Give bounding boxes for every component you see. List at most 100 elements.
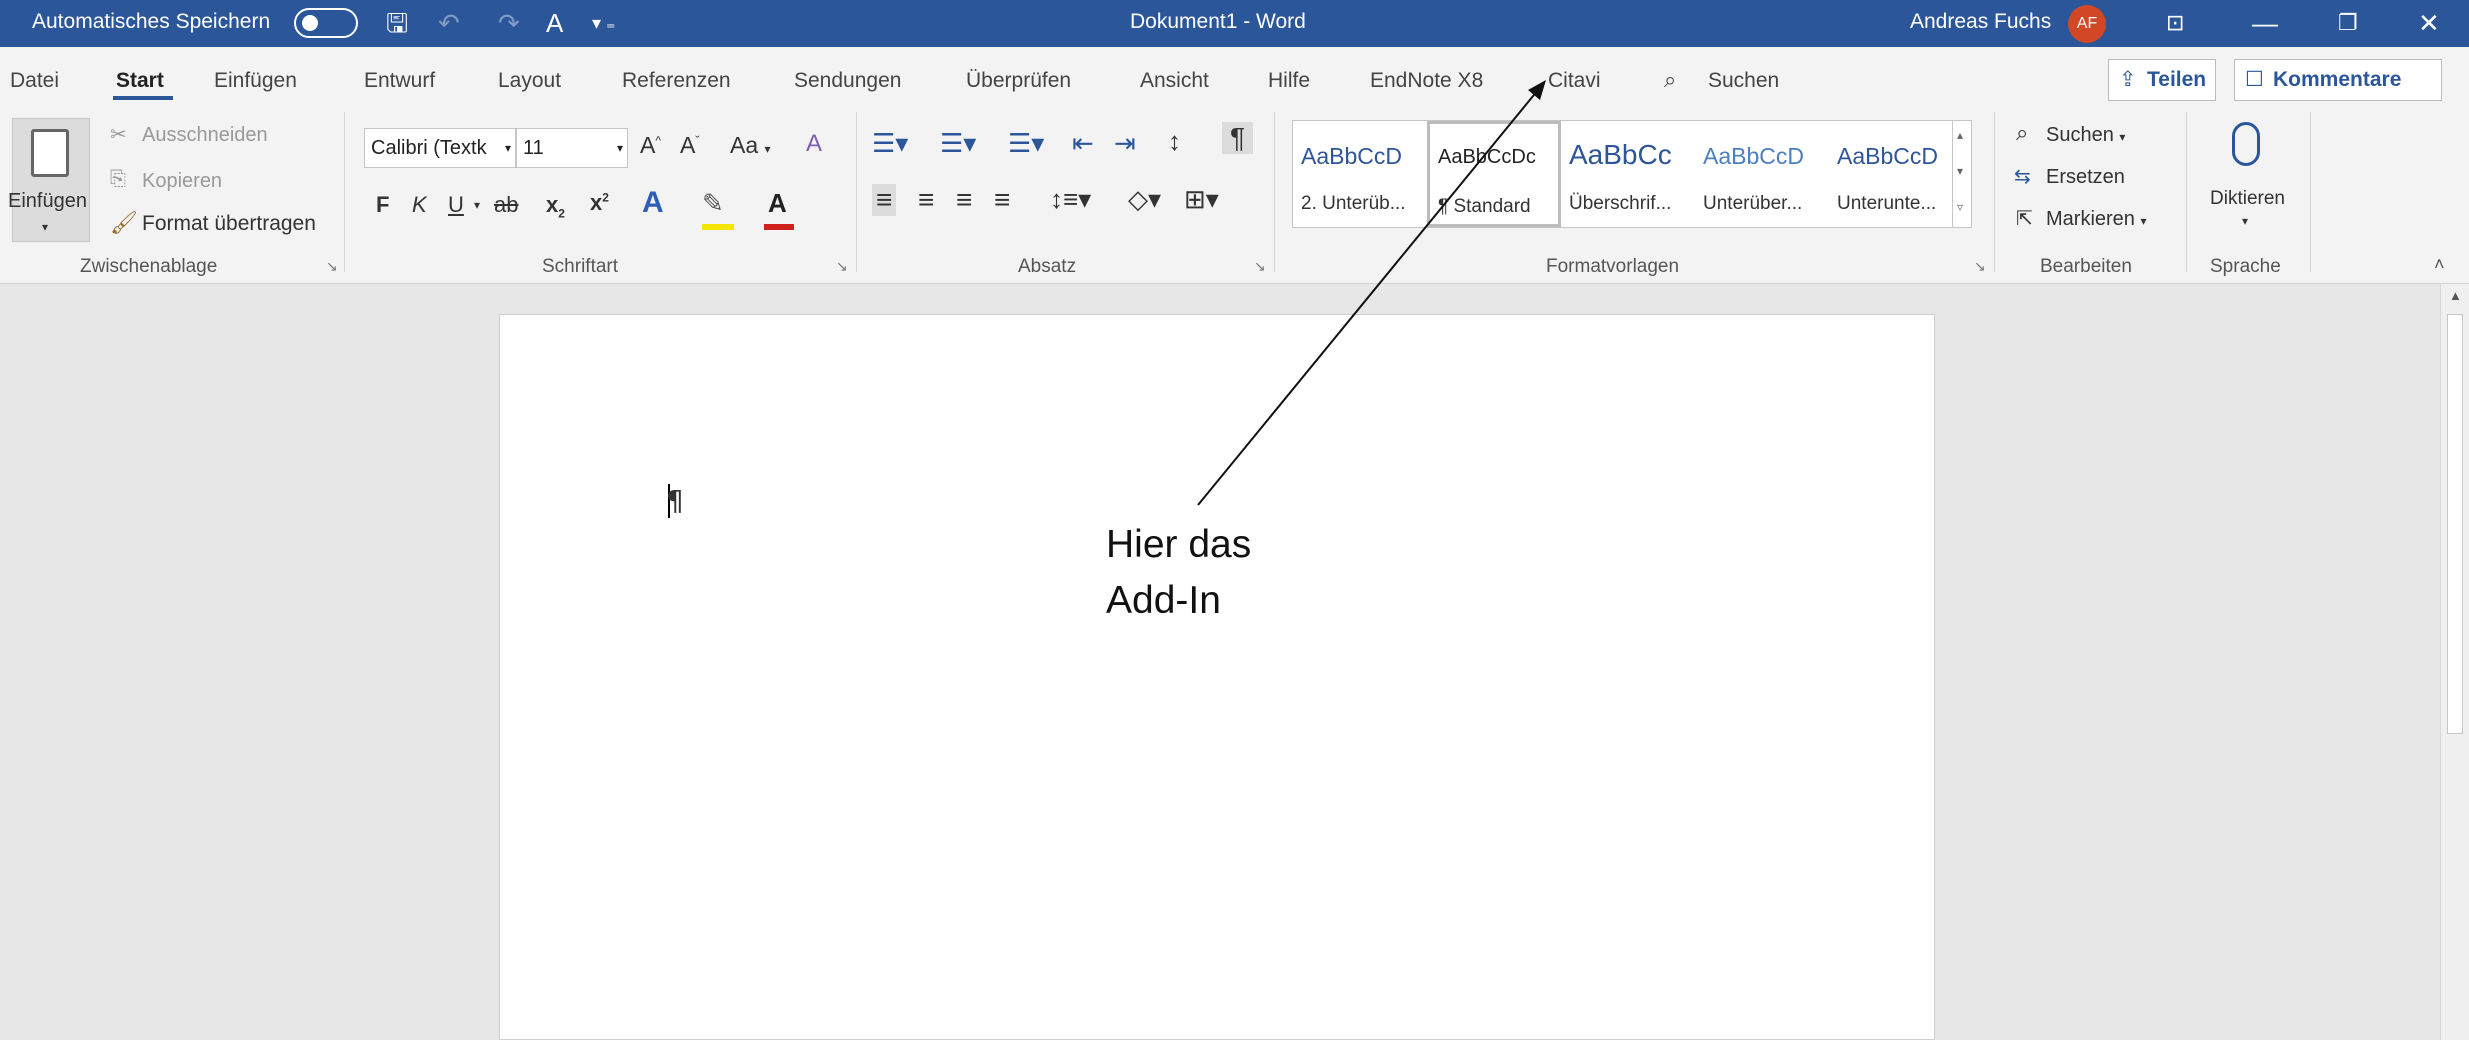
font-name-select[interactable]: Calibri (Textk ▾ (364, 128, 516, 168)
numbering-icon[interactable]: ☰▾ (940, 128, 976, 159)
change-case-button[interactable]: Aa ▾ (730, 132, 771, 159)
tab-endnote[interactable]: EndNote X8 (1370, 69, 1483, 93)
replace-icon[interactable]: ⇆ (2014, 164, 2031, 189)
borders-icon[interactable]: ⊞▾ (1184, 184, 1219, 215)
justify-icon[interactable]: ≡ (994, 184, 1010, 216)
search-icon[interactable]: ⌕ (1664, 67, 1676, 93)
tab-entwurf[interactable]: Entwurf (364, 69, 435, 93)
clear-formatting-icon[interactable]: A (806, 130, 822, 158)
shrink-font-button[interactable]: Aˇ (680, 132, 699, 159)
dialog-launcher-icon[interactable]: ↘ (1974, 258, 1986, 275)
minimize-icon[interactable]: — (2252, 6, 2278, 40)
tab-datei[interactable]: Datei (10, 69, 59, 93)
strikethrough-button[interactable]: ab (494, 192, 518, 218)
customize-qat-icon[interactable]: ▾ ₌ (592, 6, 616, 40)
undo-icon[interactable]: ↶ (438, 6, 460, 40)
autosave-toggle[interactable] (294, 8, 358, 38)
copy-button[interactable]: Kopieren (142, 170, 222, 193)
grow-font-button[interactable]: A^ (640, 132, 661, 159)
shading-icon[interactable]: ◇▾ (1128, 184, 1161, 215)
dialog-launcher-icon[interactable]: ↘ (836, 258, 848, 275)
vertical-scrollbar[interactable]: ▲ (2440, 284, 2469, 1040)
spelling-icon[interactable]: A (546, 6, 563, 40)
tab-einfuegen[interactable]: Einfügen (214, 69, 297, 93)
dictate-button[interactable]: Diktieren (2210, 188, 2285, 210)
align-center-icon[interactable]: ≡ (918, 184, 934, 216)
style-item-standard[interactable]: AaBbCcDc ¶ Standard (1427, 121, 1561, 227)
chevron-down-icon[interactable]: ▾ (474, 198, 480, 212)
redo-icon[interactable]: ↷ (498, 6, 520, 40)
font-color-icon[interactable]: A (768, 188, 787, 219)
superscript-button[interactable]: x2 (590, 190, 609, 216)
show-formatting-marks-icon[interactable]: ¶ (1222, 122, 1254, 154)
user-name[interactable]: Andreas Fuchs (1910, 10, 2051, 34)
collapse-ribbon-icon[interactable]: ˄ (2434, 254, 2445, 275)
restore-icon[interactable]: ❐ (2338, 6, 2358, 40)
share-button[interactable]: ⇪ Teilen (2108, 59, 2216, 101)
find-button[interactable]: Suchen ▾ (2046, 124, 2125, 147)
multilevel-list-icon[interactable]: ☰▾ (1008, 128, 1044, 159)
style-item[interactable]: AaBbCcD 2. Unterüb... (1293, 121, 1427, 227)
tab-layout[interactable]: Layout (498, 69, 561, 93)
cut-button[interactable]: Ausschneiden (142, 124, 268, 147)
scroll-up-icon[interactable]: ▲ (2449, 288, 2462, 303)
search-label[interactable]: Suchen (1708, 69, 1779, 93)
highlight-icon[interactable]: ✎ (702, 188, 724, 219)
cut-icon[interactable]: ✂ (110, 122, 127, 147)
comment-icon: ☐ (2245, 68, 2264, 91)
replace-button[interactable]: Ersetzen (2046, 166, 2125, 189)
paragraph-mark: ¶ (666, 484, 684, 517)
microphone-icon[interactable] (2232, 122, 2260, 166)
styles-gallery[interactable]: AaBbCcD 2. Unterüb... AaBbCcDc ¶ Standar… (1292, 120, 1972, 228)
avatar[interactable]: AF (2068, 5, 2106, 43)
style-item[interactable]: AaBbCc Überschrif... (1561, 121, 1695, 227)
group-label-styles: Formatvorlagen (1546, 256, 1680, 277)
save-icon[interactable]: 🖫 (386, 6, 408, 40)
align-left-icon[interactable]: ≡ (872, 184, 897, 216)
ribbon-display-icon[interactable]: ⊡ (2166, 6, 2184, 40)
subscript-button[interactable]: x2 (546, 192, 565, 220)
group-label-font: Schriftart (542, 256, 619, 277)
chevron-up-icon[interactable]: ▴ (1957, 128, 1963, 142)
decrease-indent-icon[interactable]: ⇤ (1072, 128, 1094, 159)
italic-button[interactable]: K (412, 192, 427, 218)
dialog-launcher-icon[interactable]: ↘ (326, 258, 338, 275)
tab-ansicht[interactable]: Ansicht (1140, 69, 1209, 93)
sort-icon[interactable]: ↕ (1168, 126, 1181, 157)
comments-button[interactable]: ☐ Kommentare (2234, 59, 2442, 101)
text-effects-icon[interactable]: A (642, 186, 664, 220)
more-icon[interactable]: ▿ (1957, 200, 1963, 214)
style-item[interactable]: AaBbCcD Unterüber... (1695, 121, 1829, 227)
tab-sendungen[interactable]: Sendungen (794, 69, 901, 93)
select-button[interactable]: Markieren ▾ (2046, 208, 2147, 231)
copy-icon[interactable]: ⎘ (110, 168, 126, 191)
line-spacing-icon[interactable]: ↕≡▾ (1050, 184, 1091, 215)
bold-button[interactable]: F (376, 192, 389, 218)
tab-hilfe[interactable]: Hilfe (1268, 69, 1310, 93)
style-item[interactable]: AaBbCcD Unterunte... (1829, 121, 1963, 227)
close-icon[interactable]: ✕ (2418, 6, 2440, 40)
chevron-down-icon[interactable]: ▾ (42, 220, 48, 234)
document-page[interactable] (499, 314, 1935, 1040)
select-icon[interactable]: ⇱ (2016, 206, 2033, 231)
dialog-launcher-icon[interactable]: ↘ (1254, 258, 1266, 275)
chevron-down-icon[interactable]: ▾ (2242, 214, 2248, 228)
paste-label: Einfügen (8, 190, 87, 212)
increase-indent-icon[interactable]: ⇥ (1114, 128, 1136, 159)
format-painter-icon[interactable]: 🖌 (110, 210, 138, 236)
format-painter-button[interactable]: Format übertragen (142, 212, 316, 236)
scroll-thumb[interactable] (2447, 314, 2463, 734)
font-size-select[interactable]: 11 ▾ (516, 128, 628, 168)
search-icon[interactable]: ⌕ (2016, 120, 2028, 146)
underline-button[interactable]: U (448, 192, 464, 218)
divider (856, 112, 857, 272)
chevron-down-icon[interactable]: ▾ (1957, 164, 1963, 178)
bullets-icon[interactable]: ☰▾ (872, 128, 908, 159)
styles-scroll[interactable]: ▴ ▾ ▿ (1952, 120, 1973, 228)
tab-citavi[interactable]: Citavi (1548, 69, 1601, 93)
align-right-icon[interactable]: ≡ (956, 184, 972, 216)
tab-ueberpruefen[interactable]: Überprüfen (966, 69, 1071, 93)
tab-start[interactable]: Start (116, 69, 164, 93)
paste-button[interactable] (12, 118, 90, 242)
tab-referenzen[interactable]: Referenzen (622, 69, 731, 93)
